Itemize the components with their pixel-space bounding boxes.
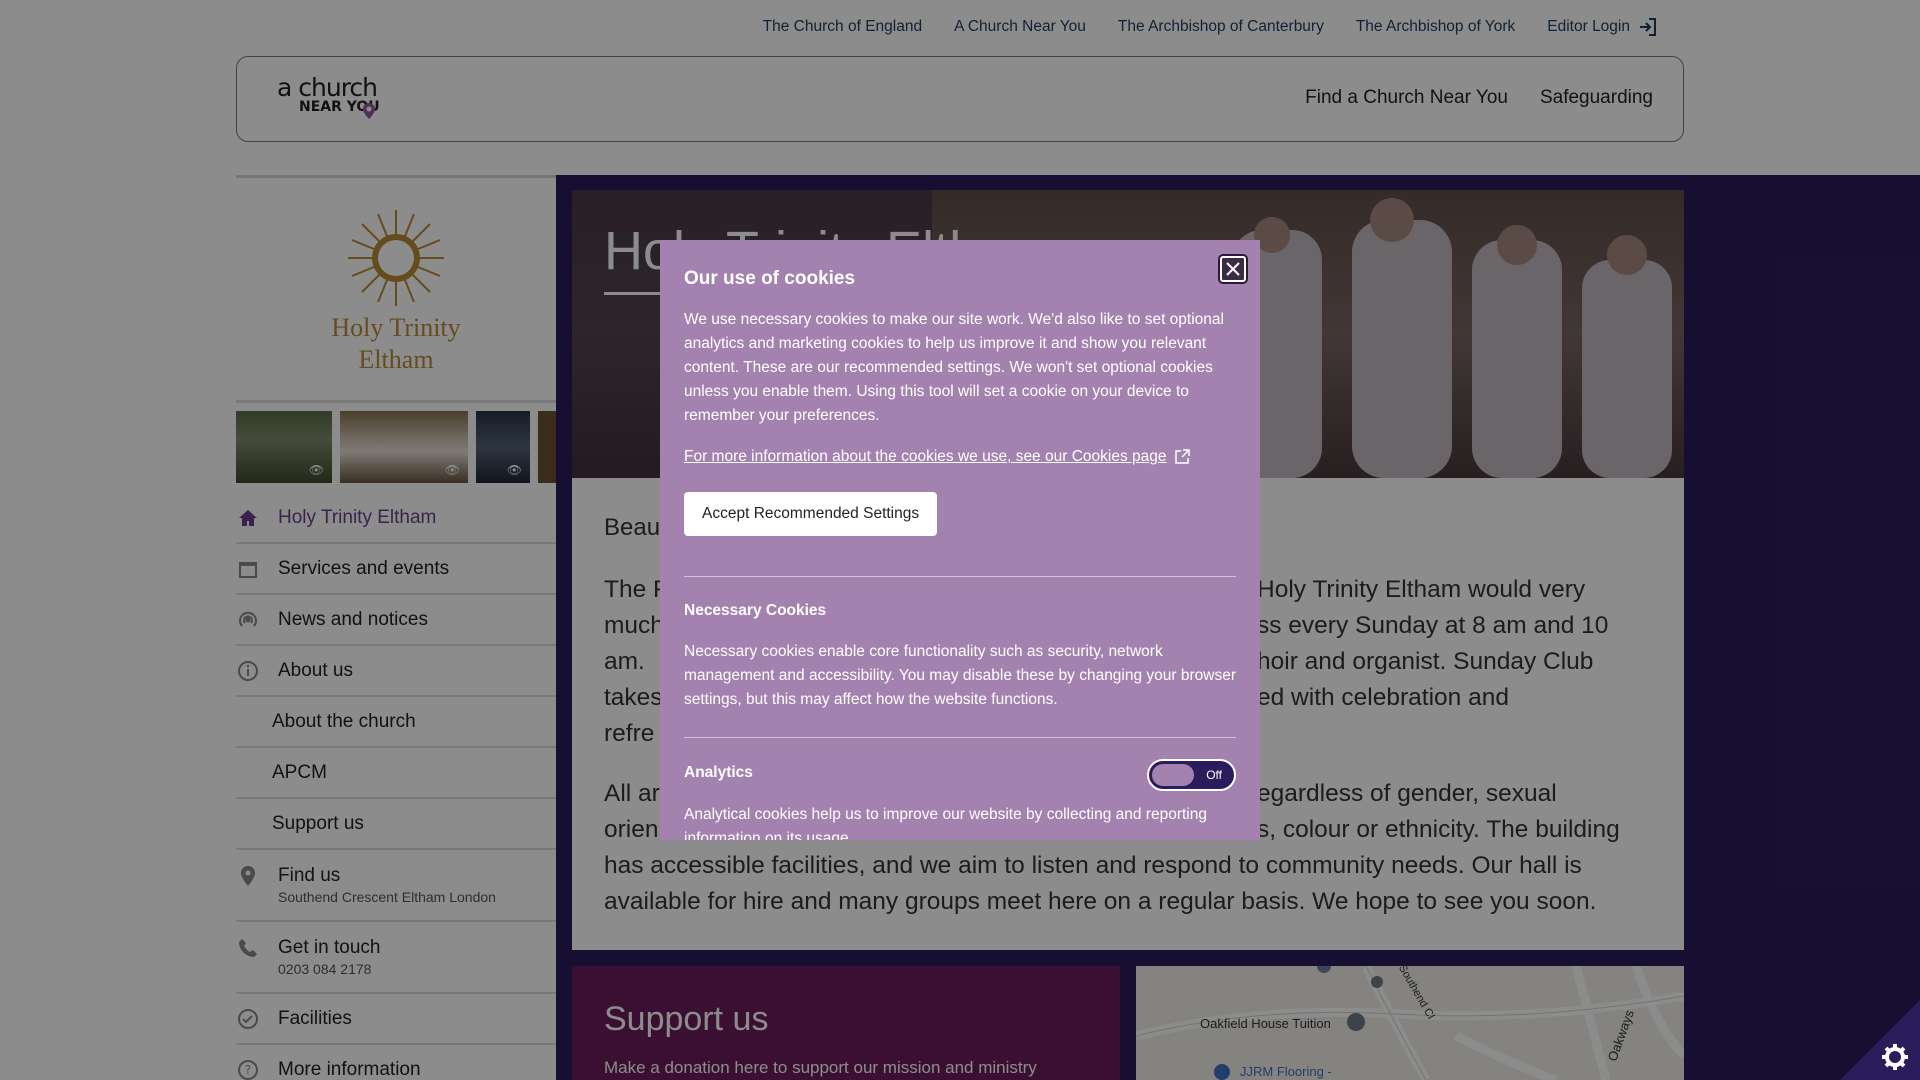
modal-divider — [684, 737, 1236, 738]
external-link-icon — [1175, 449, 1191, 464]
cookies-page-link[interactable]: For more information about the cookies w… — [684, 448, 1191, 466]
cookie-title: Our use of cookies — [684, 268, 856, 289]
modal-divider — [684, 576, 1236, 577]
necessary-text: Necessary cookies enable core functional… — [684, 643, 1237, 708]
cookie-dialog: Our use of cookies We use necessary cook… — [660, 240, 1260, 840]
analytics-title: Analytics — [684, 764, 753, 781]
toggle-state: Off — [1206, 768, 1222, 782]
gear-icon — [1840, 1000, 1920, 1080]
accept-recommended-button[interactable]: Accept Recommended Settings — [684, 492, 938, 536]
analytics-toggle[interactable]: Off — [1147, 759, 1236, 791]
cookie-intro: We use necessary cookies to make our sit… — [684, 311, 1224, 424]
cookies-page-link-text: For more information about the cookies w… — [684, 448, 1167, 465]
cookie-settings-button[interactable] — [1840, 1000, 1920, 1080]
analytics-text: Analytical cookies help us to improve ou… — [684, 806, 1207, 840]
close-button[interactable] — [1220, 256, 1246, 282]
close-icon — [1226, 262, 1240, 276]
toggle-knob — [1152, 764, 1194, 786]
necessary-title: Necessary Cookies — [684, 602, 827, 619]
